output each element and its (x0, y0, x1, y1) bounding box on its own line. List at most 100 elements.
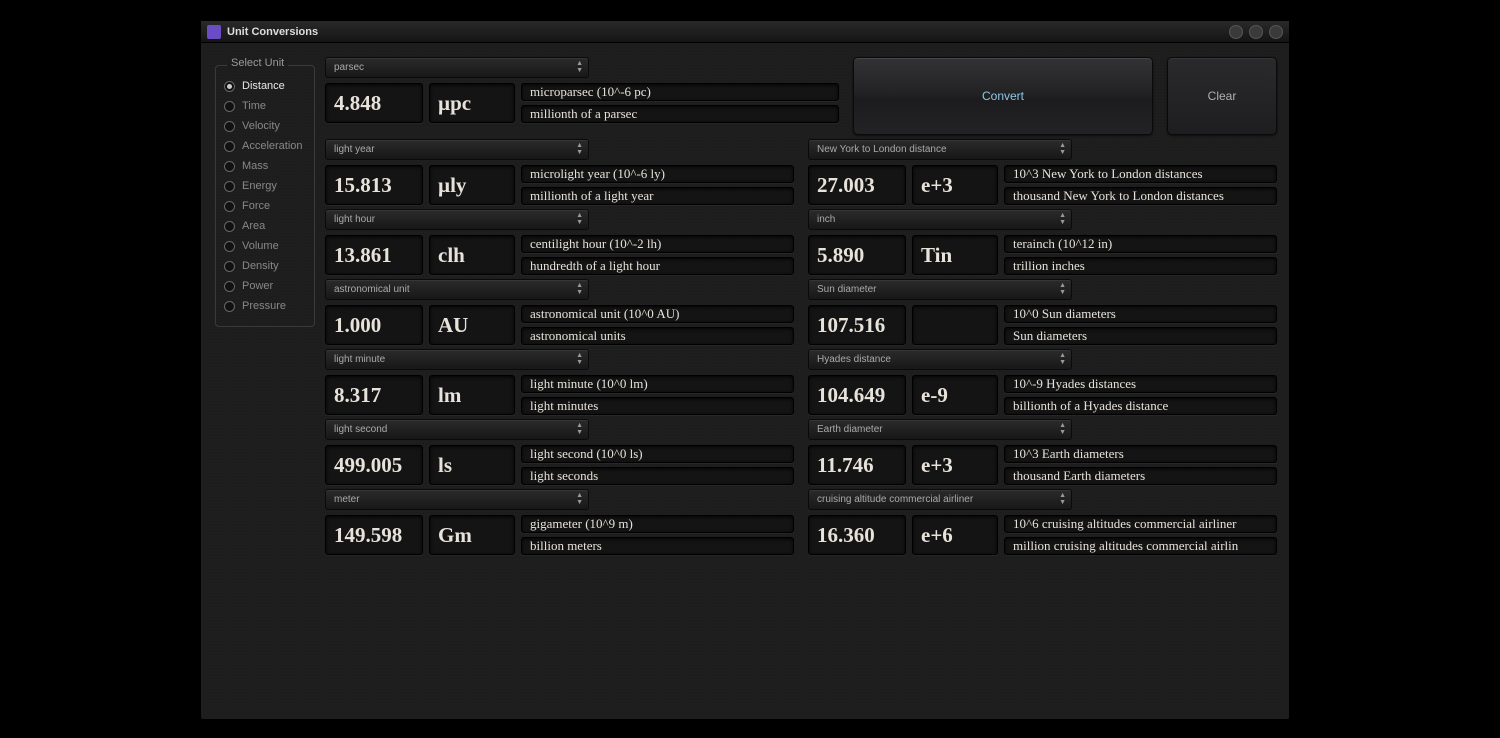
window-minimize-button[interactable] (1229, 25, 1243, 39)
symbol-field[interactable]: Tin (912, 235, 998, 275)
unit-block: cruising altitude commercial airliner▲▼ 1… (808, 489, 1277, 555)
radio-icon (224, 101, 235, 112)
description-secondary: thousand New York to London distances (1004, 187, 1277, 205)
chevron-updown-icon: ▲▼ (1059, 212, 1066, 226)
unit-block: light minute▲▼ 8.317lm light minute (10^0 … (325, 349, 794, 415)
description-primary: light second (10^0 ls) (521, 445, 794, 463)
description-secondary: millionth of a light year (521, 187, 794, 205)
unit-select[interactable]: Hyades distance▲▼ (808, 349, 1072, 370)
unit-type-power[interactable]: Power (222, 276, 308, 296)
main-panel: parsec▲▼ 4.848µpc microparsec (10^-6 pc) mi… (321, 43, 1289, 719)
radio-icon (224, 301, 235, 312)
unit-block: Sun diameter▲▼107.51610^0 Sun diametersS… (808, 279, 1277, 345)
unit-select[interactable]: astronomical unit▲▼ (325, 279, 589, 300)
unit-type-acceleration[interactable]: Acceleration (222, 136, 308, 156)
app-window: Unit Conversions Select Unit Distance Tim… (200, 20, 1290, 720)
value-field[interactable]: 13.861 (325, 235, 423, 275)
symbol-field[interactable]: µly (429, 165, 515, 205)
radio-label: Distance (242, 80, 285, 92)
value-field[interactable]: 107.516 (808, 305, 906, 345)
radio-label: Area (242, 220, 265, 232)
radio-icon (224, 281, 235, 292)
description-secondary: millionth of a parsec (521, 105, 839, 123)
unit-select[interactable]: Earth diameter▲▼ (808, 419, 1072, 440)
value-field[interactable]: 16.360 (808, 515, 906, 555)
symbol-field[interactable]: lm (429, 375, 515, 415)
radio-icon (224, 161, 235, 172)
description-secondary: light seconds (521, 467, 794, 485)
description-primary: 10^0 Sun diameters (1004, 305, 1277, 323)
symbol-field[interactable] (912, 305, 998, 345)
radio-label: Velocity (242, 120, 280, 132)
unit-select[interactable]: light year▲▼ (325, 139, 589, 160)
unit-block: parsec▲▼ 4.848µpc microparsec (10^-6 pc) mi… (325, 57, 839, 123)
unit-type-area[interactable]: Area (222, 216, 308, 236)
titlebar: Unit Conversions (201, 21, 1289, 43)
symbol-field[interactable]: e+6 (912, 515, 998, 555)
unit-select[interactable]: cruising altitude commercial airliner▲▼ (808, 489, 1072, 510)
symbol-field[interactable]: e+3 (912, 165, 998, 205)
unit-block: light year▲▼15.813µlymicrolight year (10… (325, 139, 794, 205)
unit-select[interactable]: light hour▲▼ (325, 209, 589, 230)
clear-button[interactable]: Clear (1167, 57, 1277, 135)
description-primary: terainch (10^12 in) (1004, 235, 1277, 253)
unit-type-list: Distance Time Velocity Acceleration MassEner… (215, 65, 315, 327)
unit-select[interactable]: New York to London distance▲▼ (808, 139, 1072, 160)
symbol-field[interactable]: e-9 (912, 375, 998, 415)
chevron-updown-icon: ▲▼ (1059, 142, 1066, 156)
unit-group-label: Select Unit (227, 57, 288, 69)
description-primary: light minute (10^0 lm) (521, 375, 794, 393)
description-secondary: billion meters (521, 537, 794, 555)
unit-select[interactable]: light second▲▼ (325, 419, 589, 440)
unit-type-force[interactable]: Force (222, 196, 308, 216)
description-secondary: thousand Earth diameters (1004, 467, 1277, 485)
value-field[interactable]: 27.003 (808, 165, 906, 205)
unit-type-velocity[interactable]: Velocity (222, 116, 308, 136)
radio-icon (224, 241, 235, 252)
window-close-button[interactable] (1269, 25, 1283, 39)
radio-label: Power (242, 280, 273, 292)
unit-type-time[interactable]: Time (222, 96, 308, 116)
description-primary: centilight hour (10^-2 lh) (521, 235, 794, 253)
radio-label: Acceleration (242, 140, 303, 152)
unit-select[interactable]: meter▲▼ (325, 489, 589, 510)
window-maximize-button[interactable] (1249, 25, 1263, 39)
value-field[interactable]: 11.746 (808, 445, 906, 485)
radio-icon (224, 181, 235, 192)
unit-select[interactable]: light minute▲▼ (325, 349, 589, 370)
unit-select[interactable]: inch▲▼ (808, 209, 1072, 230)
chevron-updown-icon: ▲▼ (576, 422, 583, 436)
value-field[interactable]: 5.890 (808, 235, 906, 275)
value-field[interactable]: 15.813 (325, 165, 423, 205)
unit-type-energy[interactable]: Energy (222, 176, 308, 196)
chevron-updown-icon: ▲▼ (576, 60, 583, 74)
symbol-field[interactable]: clh (429, 235, 515, 275)
unit-type-density[interactable]: Density (222, 256, 308, 276)
value-field[interactable]: 104.649 (808, 375, 906, 415)
unit-type-mass[interactable]: Mass (222, 156, 308, 176)
symbol-field[interactable]: AU (429, 305, 515, 345)
unit-block: light second▲▼ 499.005ls light second (10^… (325, 419, 794, 485)
value-field[interactable]: 149.598 (325, 515, 423, 555)
unit-select[interactable]: Sun diameter▲▼ (808, 279, 1072, 300)
unit-type-distance[interactable]: Distance (222, 76, 308, 96)
convert-button[interactable]: Convert (853, 57, 1153, 135)
description-primary: 10^-9 Hyades distances (1004, 375, 1277, 393)
symbol-field[interactable]: µpc (429, 83, 515, 123)
radio-label: Time (242, 100, 266, 112)
unit-type-pressure[interactable]: Pressure (222, 296, 308, 316)
value-field[interactable]: 8.317 (325, 375, 423, 415)
value-field[interactable]: 1.000 (325, 305, 423, 345)
unit-select[interactable]: parsec▲▼ (325, 57, 589, 78)
symbol-field[interactable]: ls (429, 445, 515, 485)
value-field[interactable]: 499.005 (325, 445, 423, 485)
chevron-updown-icon: ▲▼ (1059, 352, 1066, 366)
unit-type-volume[interactable]: Volume (222, 236, 308, 256)
symbol-field[interactable]: e+3 (912, 445, 998, 485)
description-secondary: astronomical units (521, 327, 794, 345)
value-field[interactable]: 4.848 (325, 83, 423, 123)
radio-label: Volume (242, 240, 279, 252)
symbol-field[interactable]: Gm (429, 515, 515, 555)
radio-label: Force (242, 200, 270, 212)
description-primary: microparsec (10^-6 pc) (521, 83, 839, 101)
